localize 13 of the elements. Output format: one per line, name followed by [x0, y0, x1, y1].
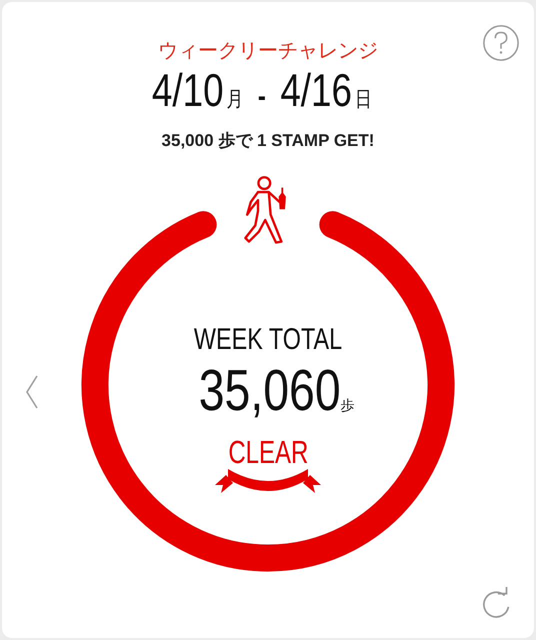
- end-date: 4/16: [280, 66, 352, 114]
- clear-label: CLEAR: [228, 435, 308, 469]
- step-unit: 歩: [340, 397, 355, 415]
- end-weekday: 日: [356, 86, 372, 113]
- previous-week-chevron-icon[interactable]: [25, 374, 39, 410]
- challenge-title: ウィークリーチャレンジ: [158, 38, 378, 62]
- start-weekday: 月: [227, 86, 244, 113]
- step-total: 35,060: [199, 359, 341, 423]
- week-total-label: WEEK TOTAL: [194, 323, 342, 357]
- date-separator: -: [258, 80, 266, 114]
- help-icon[interactable]: [482, 24, 520, 62]
- goal-text: 35,000 歩で 1 STAMP GET!: [162, 130, 374, 152]
- start-date: 4/10: [152, 66, 224, 114]
